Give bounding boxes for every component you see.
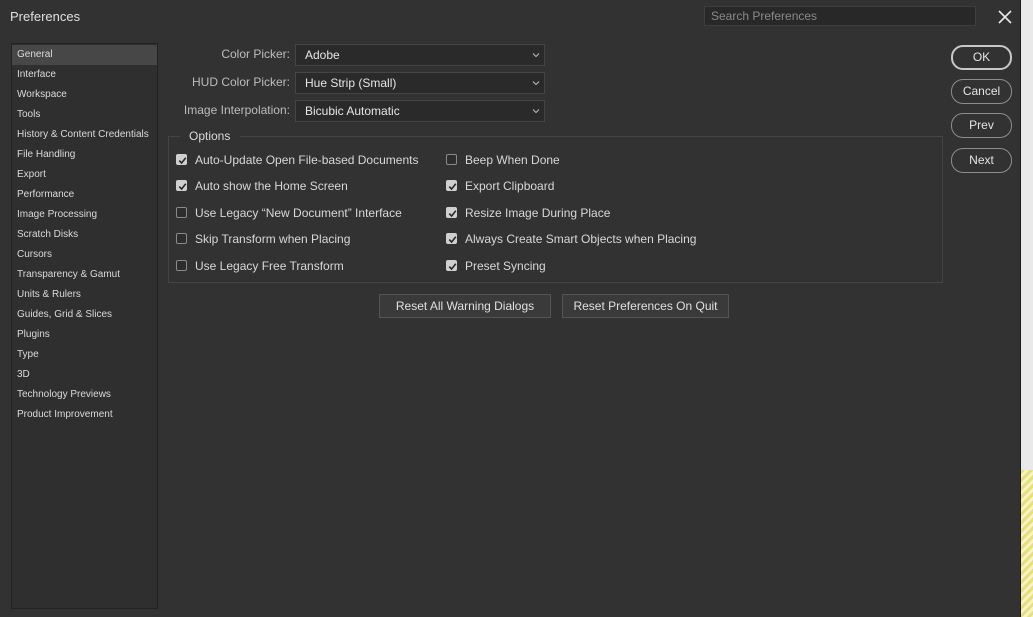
sidebar-item-export[interactable]: Export	[12, 165, 157, 185]
checkbox-box[interactable]	[446, 207, 457, 218]
sidebar-item-scratch-disks[interactable]: Scratch Disks	[12, 225, 157, 245]
checkbox-box[interactable]	[446, 233, 457, 244]
checkmark-icon	[448, 236, 457, 244]
sidebar-item-cursors[interactable]: Cursors	[12, 245, 157, 265]
title-bar: Preferences	[0, 0, 1021, 34]
checkbox-box[interactable]	[176, 260, 187, 271]
sidebar-item-file-handling[interactable]: File Handling	[12, 145, 157, 165]
image-interpolation-value: Bicubic Automatic	[305, 104, 400, 118]
close-icon	[998, 10, 1012, 24]
checkbox-label: Always Create Smart Objects when Placing	[465, 232, 697, 246]
checkbox-label: Use Legacy Free Transform	[195, 259, 344, 273]
checkbox-box[interactable]	[176, 233, 187, 244]
sidebar-item-guides-grid-slices[interactable]: Guides, Grid & Slices	[12, 305, 157, 325]
sidebar-item-product-improvement[interactable]: Product Improvement	[12, 405, 157, 425]
checkbox-box[interactable]	[176, 154, 187, 165]
sidebar-item-performance[interactable]: Performance	[12, 185, 157, 205]
checkmark-icon	[448, 183, 457, 191]
chevron-down-icon	[532, 109, 540, 114]
hud-color-picker-value: Hue Strip (Small)	[305, 76, 397, 90]
color-picker-label: Color Picker:	[221, 47, 290, 61]
checkbox-box[interactable]	[446, 154, 457, 165]
checkbox-box[interactable]	[176, 207, 187, 218]
checkbox-label: Use Legacy “New Document” Interface	[195, 206, 402, 220]
category-sidebar: General Interface Workspace Tools History & …	[11, 43, 158, 609]
checkbox-label: Preset Syncing	[465, 259, 546, 273]
sidebar-item-technology-previews[interactable]: Technology Previews	[12, 385, 157, 405]
checkmark-icon	[448, 263, 457, 271]
options-group-border	[240, 136, 943, 137]
checkmark-icon	[448, 210, 457, 218]
options-group-border	[168, 136, 180, 137]
close-button[interactable]	[994, 6, 1016, 28]
sidebar-item-transparency-gamut[interactable]: Transparency & Gamut	[12, 265, 157, 285]
checkbox-label: Export Clipboard	[465, 179, 555, 193]
hud-color-picker-select[interactable]: Hue Strip (Small)	[295, 72, 545, 94]
checkbox-box[interactable]	[446, 260, 457, 271]
checkbox-label: Auto-Update Open File-based Documents	[195, 153, 419, 167]
background-desktop-strip	[1021, 470, 1033, 617]
cancel-button[interactable]: Cancel	[951, 79, 1012, 104]
color-picker-select[interactable]: Adobe	[295, 44, 545, 66]
hud-color-picker-label: HUD Color Picker:	[191, 75, 290, 89]
sidebar-item-3d[interactable]: 3D	[12, 365, 157, 385]
checkbox-label: Resize Image During Place	[465, 206, 611, 220]
checkbox-box[interactable]	[176, 180, 187, 191]
image-interpolation-select[interactable]: Bicubic Automatic	[295, 100, 545, 122]
search-preferences-input[interactable]	[704, 6, 976, 26]
next-button[interactable]: Next	[951, 148, 1012, 173]
sidebar-item-type[interactable]: Type	[12, 345, 157, 365]
chevron-down-icon	[532, 81, 540, 86]
chevron-down-icon	[532, 53, 540, 58]
checkmark-icon	[178, 183, 187, 191]
checkbox-label: Auto show the Home Screen	[195, 179, 348, 193]
checkbox-label: Beep When Done	[465, 153, 560, 167]
checkmark-icon	[178, 157, 187, 165]
ok-button[interactable]: OK	[951, 45, 1012, 70]
sidebar-item-plugins[interactable]: Plugins	[12, 325, 157, 345]
checkbox-box[interactable]	[446, 180, 457, 191]
sidebar-item-history-content-credentials[interactable]: History & Content Credentials	[12, 125, 157, 145]
prev-button[interactable]: Prev	[951, 113, 1012, 138]
checkbox-label: Skip Transform when Placing	[195, 232, 351, 246]
dialog-title: Preferences	[10, 9, 81, 24]
sidebar-item-image-processing[interactable]: Image Processing	[12, 205, 157, 225]
reset-warning-dialogs-button[interactable]: Reset All Warning Dialogs	[379, 294, 551, 318]
reset-preferences-on-quit-button[interactable]: Reset Preferences On Quit	[562, 294, 729, 318]
preferences-dialog: Preferences GeneralInterfaceWorkspaceToo…	[0, 0, 1021, 617]
options-group-title: Options	[189, 129, 231, 143]
image-interpolation-label: Image Interpolation:	[183, 103, 290, 117]
sidebar-item-units-rulers[interactable]: Units & Rulers	[12, 285, 157, 305]
color-picker-value: Adobe	[305, 48, 340, 62]
